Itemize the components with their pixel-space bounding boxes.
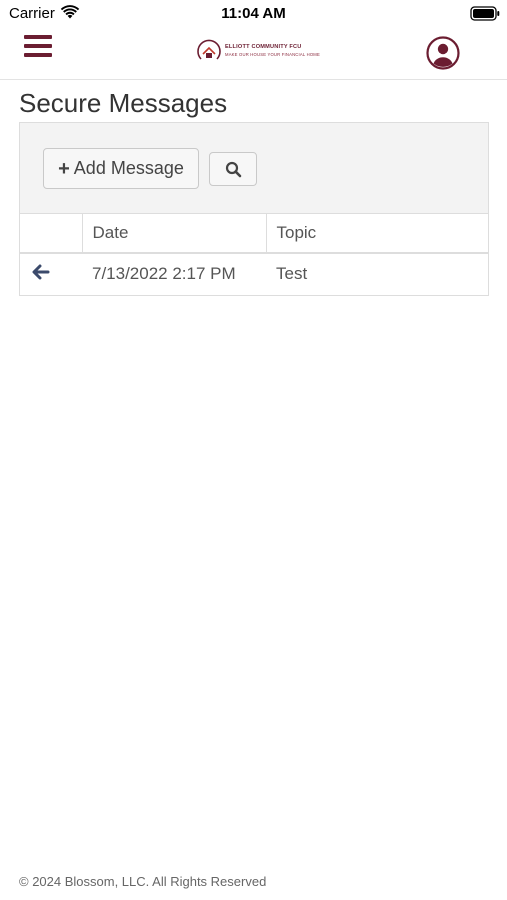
page-title: Secure Messages: [19, 88, 228, 118]
brand-logo: ELLIOTT COMMUNITY FCU MAKE OUR HOUSE YOU…: [195, 37, 320, 67]
column-header-topic[interactable]: Topic: [266, 214, 488, 254]
column-header-date[interactable]: Date: [82, 214, 267, 254]
row-date-cell: 7/13/2022 2:17 PM: [92, 264, 236, 283]
brand-name: ELLIOTT COMMUNITY FCU: [225, 44, 302, 50]
table-header-row: Date Topic: [20, 214, 488, 254]
secure-messages-screen: Carrier 11:04 AM ELLIOTT COMMUNITY FCU M…: [0, 0, 507, 900]
hamburger-menu-button[interactable]: [24, 35, 54, 63]
menu-bar: [24, 53, 52, 57]
plus-icon: +: [58, 157, 70, 180]
row-topic-cell: Test: [276, 264, 308, 283]
column-header-action: [20, 214, 83, 254]
house-logo-icon: [197, 39, 221, 60]
status-time: 11:04 AM: [221, 5, 286, 22]
status-bar: Carrier 11:04 AM: [0, 0, 507, 28]
table-row[interactable]: 7/13/2022 2:17 PM Test: [20, 253, 488, 294]
add-message-label: Add Message: [73, 158, 184, 178]
back-arrow-icon[interactable]: [32, 264, 50, 280]
brand-tagline: MAKE OUR HOUSE YOUR FINANCIAL HOME: [225, 52, 320, 57]
copyright-footer: © 2024 Blossom, LLC. All Rights Reserved: [19, 874, 267, 889]
row-action-cell[interactable]: [20, 253, 82, 294]
battery-icon: [470, 6, 500, 21]
menu-bar: [24, 44, 52, 48]
add-message-button[interactable]: + Add Message: [43, 148, 199, 189]
app-header: ELLIOTT COMMUNITY FCU MAKE OUR HOUSE YOU…: [0, 28, 507, 80]
messages-table: Date Topic 7/13/2022 2:17 PM Test: [20, 214, 488, 294]
profile-icon[interactable]: [426, 36, 460, 70]
menu-bar: [24, 35, 52, 39]
search-icon: [225, 161, 241, 177]
messages-panel: + Add Message Date Topic 7/13/2022 2:17 …: [19, 122, 489, 296]
search-button[interactable]: [209, 152, 257, 186]
messages-toolbar: + Add Message: [20, 123, 488, 214]
